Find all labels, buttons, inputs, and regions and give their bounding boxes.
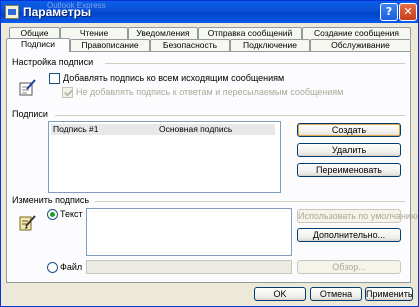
tab-compose[interactable]: Создание сообщения (302, 27, 411, 39)
window-title: Параметры (23, 5, 92, 19)
rename-button[interactable]: Переименовать (297, 163, 401, 177)
tab-signatures[interactable]: Подписи (6, 38, 70, 52)
signature-name: Подпись #1 (53, 124, 99, 134)
add-signature-all-checkbox[interactable] (49, 73, 60, 84)
edit-signature-icon (19, 215, 36, 231)
signatures-group-label: Подписи (12, 109, 48, 119)
tab-send[interactable]: Отправка сообщений (198, 27, 302, 39)
tab-read[interactable]: Чтение (60, 27, 128, 39)
text-radio-label: Текст (60, 209, 83, 219)
signature-status: Основная подпись (159, 124, 233, 134)
create-button[interactable]: Создать (297, 123, 401, 137)
no-reply-signature-checkbox[interactable] (62, 87, 73, 98)
help-button[interactable]: ? (380, 3, 398, 21)
tab-receipts[interactable]: Уведомления (128, 27, 198, 39)
add-signature-all-label: Добавлять подпись ко всем исходящим сооб… (63, 73, 285, 83)
divider (55, 115, 405, 116)
signature-file-path[interactable] (86, 260, 292, 274)
file-radio[interactable] (47, 262, 58, 273)
title-bar[interactable]: Outlook Express Параметры ? ✕ (1, 1, 418, 23)
ok-button[interactable]: OK (254, 287, 306, 301)
edit-signature-label: Изменить подпись (12, 195, 90, 205)
tab-security[interactable]: Безопасность (150, 39, 230, 51)
signatures-tab-panel: Настройка подписи Добавлять подпись ко в… (6, 51, 418, 283)
close-button[interactable]: ✕ (399, 3, 417, 21)
delete-button[interactable]: Удалить (297, 143, 401, 157)
apply-button[interactable]: Применить (365, 287, 413, 301)
advanced-button[interactable]: Дополнительно... (297, 228, 401, 242)
app-icon (5, 5, 19, 19)
file-radio-label: Файл (60, 262, 83, 272)
text-radio[interactable] (47, 209, 58, 220)
browse-button[interactable]: Обзор... (297, 260, 401, 274)
list-item[interactable]: Подпись #1 Основная подпись (51, 124, 275, 135)
no-reply-signature-label: Не добавлять подпись к ответам и пересыл… (76, 87, 344, 97)
signature-text-area[interactable] (86, 208, 292, 256)
cancel-button[interactable]: Отмена (310, 287, 362, 301)
signature-settings-icon (19, 79, 36, 96)
divider (105, 63, 405, 64)
signatures-list[interactable]: Подпись #1 Основная подпись (48, 121, 281, 193)
tab-maintenance[interactable]: Обслуживание (310, 39, 411, 51)
signature-settings-label: Настройка подписи (12, 57, 94, 67)
set-default-button[interactable]: Использовать по умолчанию (297, 209, 418, 223)
divider (95, 201, 405, 202)
tab-spelling[interactable]: Правописание (70, 39, 150, 51)
options-dialog: Outlook Express Параметры ? ✕ Общие Чтен… (0, 0, 419, 307)
tab-connection[interactable]: Подключение (230, 39, 310, 51)
